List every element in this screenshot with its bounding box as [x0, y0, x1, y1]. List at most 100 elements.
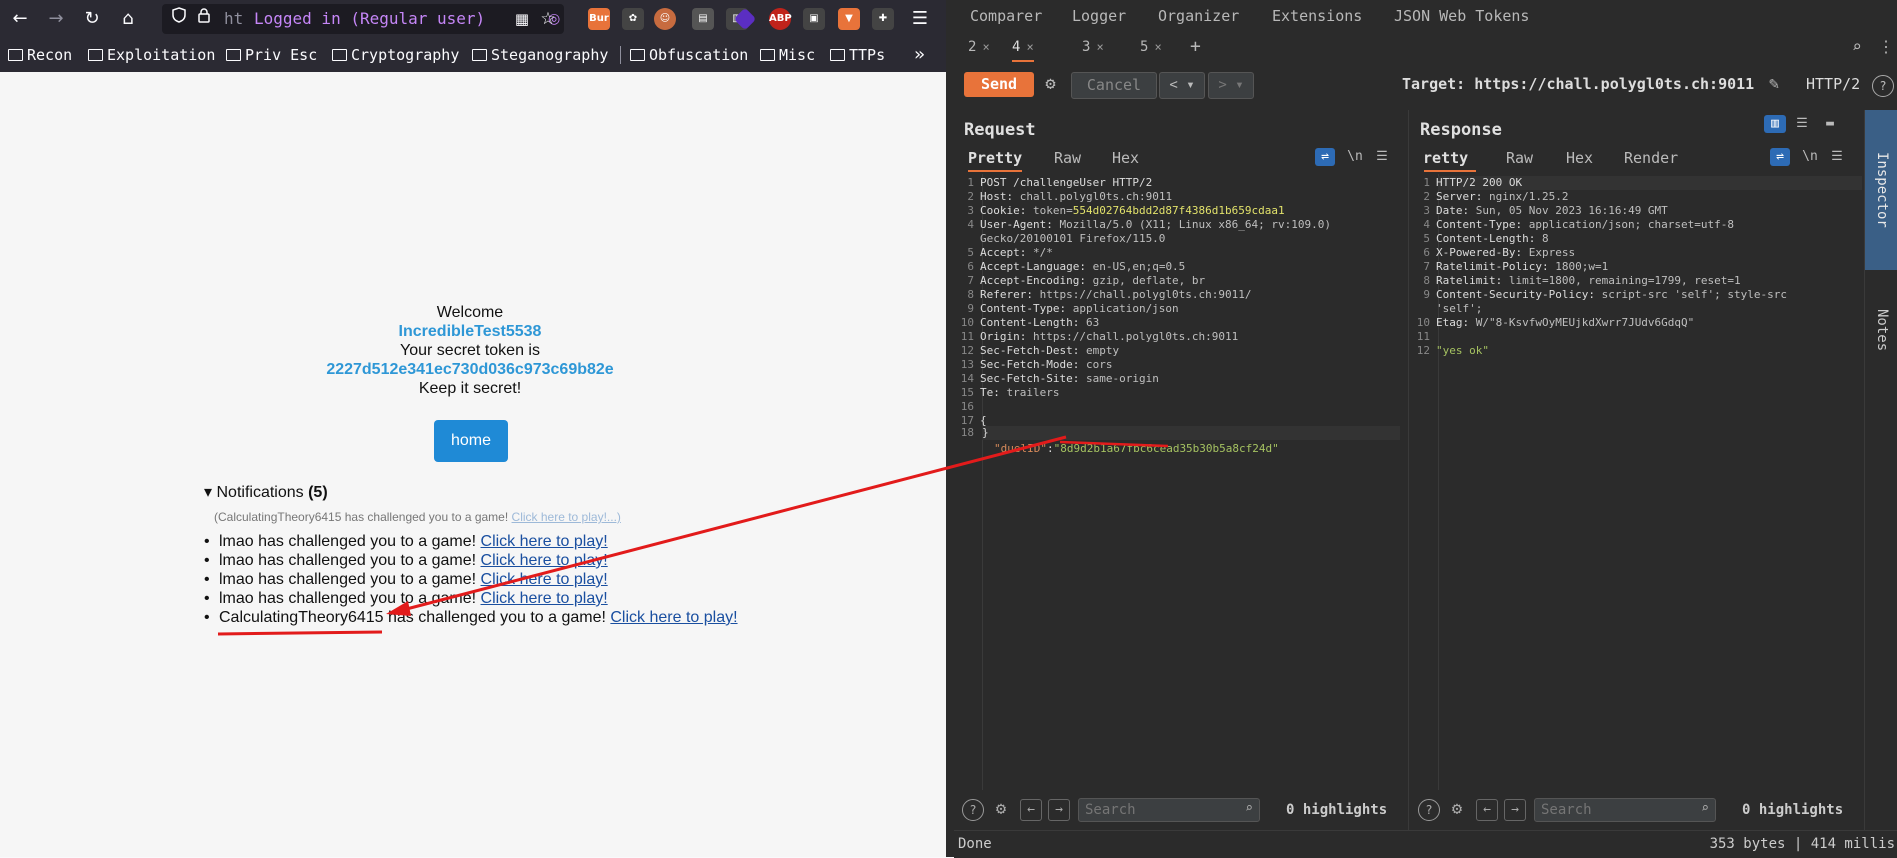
response-editor[interactable]: 1 HTTP/2 200 OK 2 Server: nginx/1.25.2 3 Date… [1416, 174, 1862, 790]
bookmark-folder-exploitation[interactable]: Exploitation [88, 38, 215, 72]
tab-comparer[interactable]: Comparer [970, 0, 1042, 32]
newline-toggle-icon[interactable]: \n [1800, 148, 1820, 166]
cancel-button[interactable]: Cancel [1071, 72, 1157, 99]
response-line: 3 Date: Sun, 05 Nov 2023 16:16:49 GMT [1423, 204, 1668, 217]
qr-code-icon[interactable]: ▦ [508, 5, 536, 33]
response-line: 8 Ratelimit: limit=1800, remaining=1799, … [1423, 274, 1741, 287]
repeater-tab-3[interactable]: 3 × [1082, 34, 1104, 60]
bookmark-folder-misc[interactable]: Misc [760, 38, 815, 72]
bookmark-folder-recon[interactable]: Recon [8, 38, 72, 72]
previous-match-icon[interactable]: ← [1476, 799, 1498, 821]
lock-icon[interactable] [198, 4, 210, 34]
copy-extension-icon[interactable]: ▤ [692, 8, 714, 30]
reload-icon[interactable]: ↻ [78, 5, 106, 33]
tab-organizer[interactable]: Organizer [1158, 0, 1239, 32]
home-button[interactable]: home [434, 420, 508, 462]
layout-side-by-side-icon[interactable]: ▥ [1764, 115, 1786, 133]
response-tab-hex[interactable]: Hex [1566, 146, 1593, 170]
notes-tab[interactable]: Notes [1865, 285, 1897, 375]
add-tab-icon[interactable]: + [1190, 34, 1201, 60]
tab-logger[interactable]: Logger [1072, 0, 1126, 32]
forward-icon[interactable]: → [42, 5, 70, 33]
send-button[interactable]: Send [964, 72, 1034, 97]
history-back-button[interactable]: < ▾ [1159, 72, 1205, 99]
wrap-lines-icon[interactable]: ⇌ [1315, 148, 1335, 166]
disclosure-triangle-icon: ▾ [204, 484, 213, 501]
response-search-box[interactable]: ⌕ [1534, 798, 1716, 822]
tab-json-web-tokens[interactable]: JSON Web Tokens [1394, 0, 1529, 32]
close-icon[interactable]: × [1154, 40, 1161, 54]
repeater-tab-4[interactable]: 4 × [1012, 34, 1034, 62]
adblock-icon[interactable]: ABP [769, 8, 792, 30]
more-options-icon[interactable]: ⋮ [1878, 34, 1894, 60]
notifications-count: (5) [308, 484, 328, 501]
help-icon[interactable]: ? [962, 799, 984, 821]
response-search-input[interactable] [1541, 801, 1661, 819]
extensions-puzzle-icon[interactable]: ✚ [872, 8, 894, 30]
previous-match-icon[interactable]: ← [1020, 799, 1042, 821]
settings-gear-icon[interactable]: ⚙ [1038, 72, 1063, 97]
avatar-extension-icon[interactable]: ☺ [654, 8, 676, 30]
newline-toggle-icon[interactable]: \n [1345, 148, 1365, 166]
home-icon[interactable]: ⌂ [114, 5, 142, 33]
play-link[interactable]: Click here to play! [610, 609, 737, 626]
inspector-tab[interactable]: Inspector [1865, 110, 1897, 270]
tab-extensions[interactable]: Extensions [1272, 0, 1362, 32]
request-search-box[interactable]: ⌕ [1078, 798, 1260, 822]
response-line: 5 Content-Length: 8 [1423, 232, 1549, 245]
request-search-input[interactable] [1085, 801, 1205, 819]
bookmark-folder-priv-esc[interactable]: Priv Esc [226, 38, 317, 72]
request-tab-pretty[interactable]: Pretty [968, 146, 1023, 172]
url-bar[interactable]: ht Logged in (Regular user) ◎ [162, 4, 564, 34]
wrap-lines-icon[interactable]: ⇌ [1770, 148, 1790, 166]
response-line: 9 Content-Security-Policy: script-src 'se… [1423, 288, 1788, 301]
shield-icon[interactable] [172, 4, 186, 34]
play-link[interactable]: Click here to play! [481, 590, 608, 607]
request-menu-icon[interactable]: ☰ [1372, 148, 1392, 166]
apps-extension-icon[interactable]: ▣ [803, 8, 825, 30]
request-editor[interactable]: 1 POST /challengeUser HTTP/2 2 Host: chall.… [960, 174, 1400, 790]
response-tab-raw[interactable]: Raw [1506, 146, 1533, 170]
layout-single-icon[interactable]: ▬ [1820, 115, 1840, 133]
play-link[interactable]: Click here to play! [481, 571, 608, 588]
search-icon[interactable]: ⌕ [1852, 34, 1862, 60]
request-tab-raw[interactable]: Raw [1054, 146, 1081, 170]
close-icon[interactable]: × [1096, 40, 1103, 54]
play-link[interactable]: Click here to play! [481, 533, 608, 550]
edit-target-icon[interactable]: ✎ [1762, 72, 1786, 97]
bookmark-folder-cryptography[interactable]: Cryptography [332, 38, 459, 72]
bookmark-folder-steganography[interactable]: Steganography [472, 38, 608, 72]
play-link[interactable]: Click here to play! [481, 552, 608, 569]
history-forward-button[interactable]: > ▾ [1208, 72, 1254, 99]
request-line: 14 Sec-Fetch-Site: same-origin [960, 372, 1159, 385]
response-menu-icon[interactable]: ☰ [1827, 148, 1847, 166]
close-icon[interactable]: × [1026, 40, 1033, 54]
pane-divider [1408, 110, 1409, 830]
response-tab-pretty[interactable]: Pretty [1424, 146, 1476, 172]
next-match-icon[interactable]: → [1048, 799, 1070, 821]
next-match-icon[interactable]: → [1504, 799, 1526, 821]
close-icon[interactable]: × [982, 40, 989, 54]
help-icon[interactable]: ? [1872, 75, 1894, 97]
preview-play-link[interactable]: Click here to play!...) [512, 510, 621, 524]
repeater-tab-5[interactable]: 5 × [1140, 34, 1162, 60]
bookmark-folder-ttps[interactable]: TTPs [830, 38, 885, 72]
cookie-extension-icon[interactable]: ✿ [622, 8, 644, 30]
response-tab-render[interactable]: Render [1624, 146, 1678, 170]
menu-icon[interactable]: ☰ [906, 5, 934, 33]
bookmark-star-icon[interactable]: ☆ [534, 5, 562, 33]
token-intro-text: Your secret token is [400, 342, 540, 359]
layout-stacked-icon[interactable]: ☰ [1792, 115, 1812, 133]
fox-extension-icon[interactable]: ▼ [838, 8, 860, 30]
settings-gear-icon[interactable]: ⚙ [990, 799, 1012, 821]
burp-extension-icon[interactable]: Bur [588, 8, 610, 30]
back-icon[interactable]: ← [6, 5, 34, 33]
request-tab-hex[interactable]: Hex [1112, 146, 1139, 170]
settings-gear-icon[interactable]: ⚙ [1446, 799, 1468, 821]
bookmark-folder-obfuscation[interactable]: Obfuscation [630, 38, 748, 72]
help-icon[interactable]: ? [1418, 799, 1440, 821]
repeater-tab-2[interactable]: 2 × [968, 34, 990, 60]
bookmarks-overflow-icon[interactable]: » [914, 38, 925, 72]
http-version-label[interactable]: HTTP/2 [1806, 72, 1860, 97]
notifications-toggle[interactable]: ▾ Notifications (5) [204, 482, 328, 502]
